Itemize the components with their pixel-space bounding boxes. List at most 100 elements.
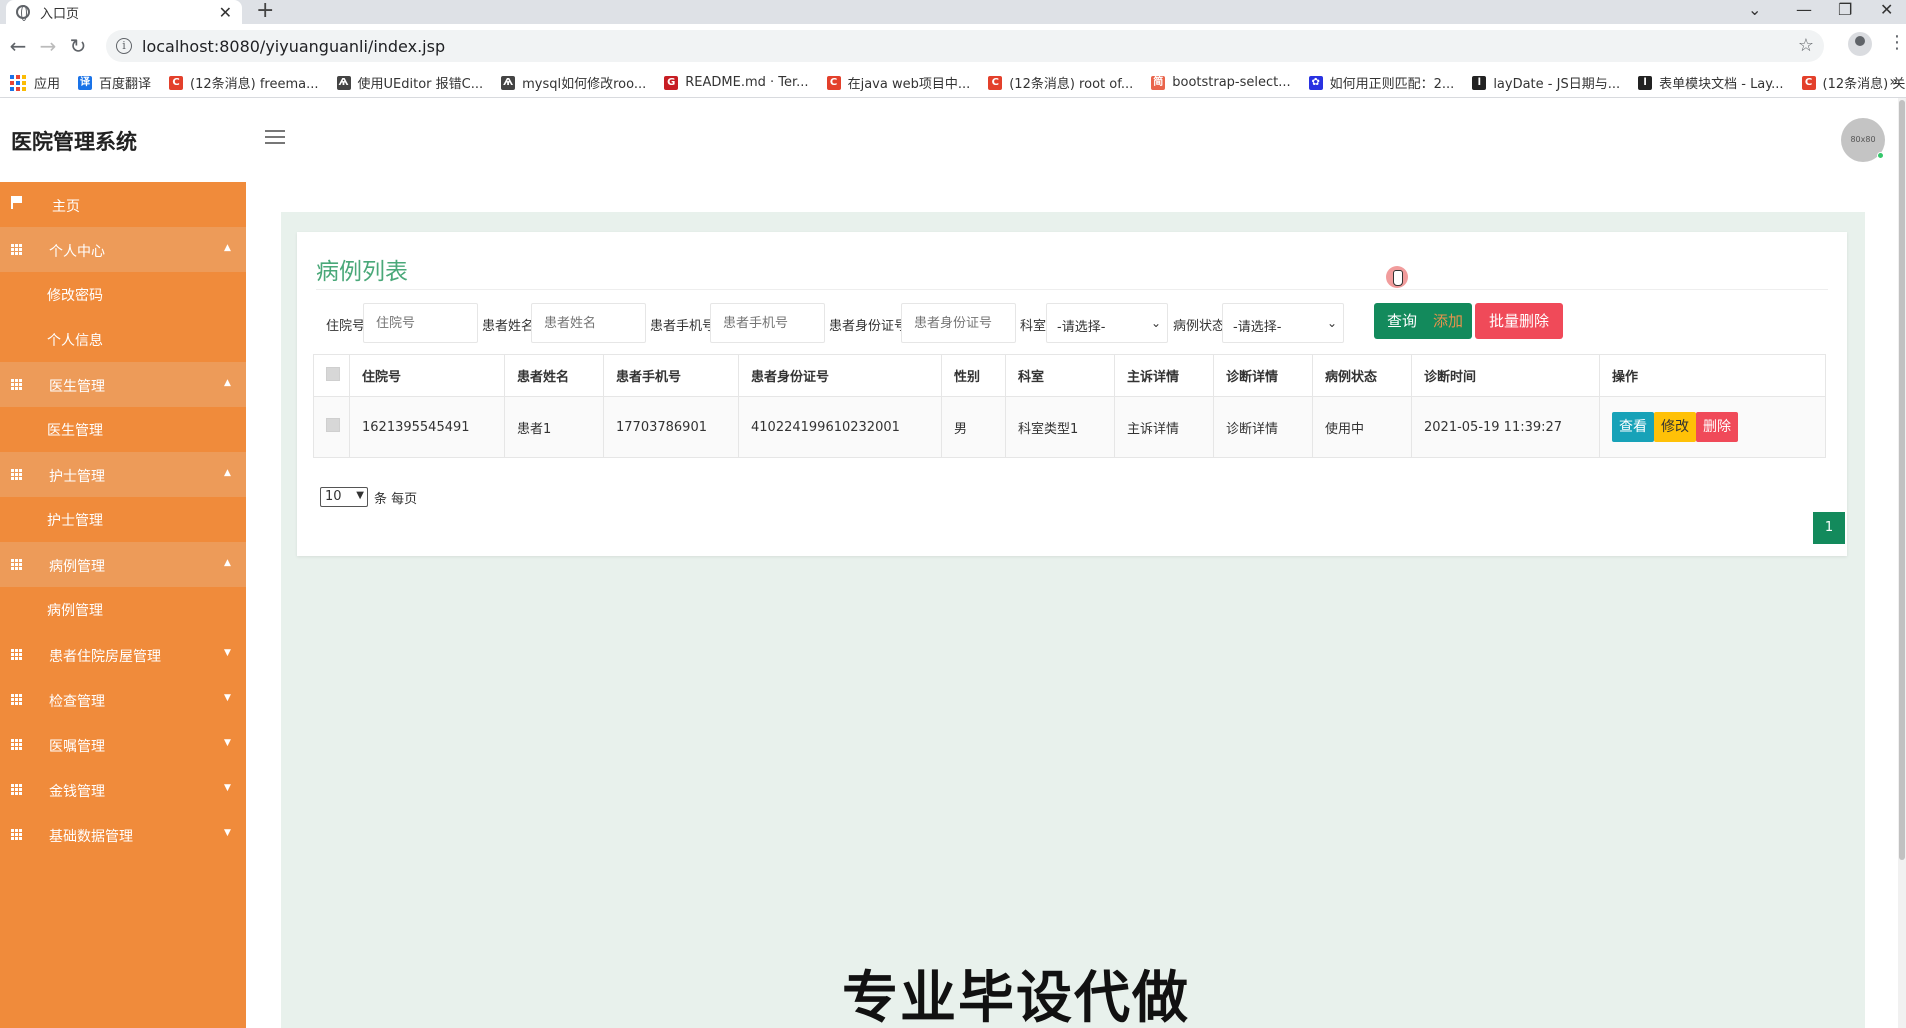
bookmark-label: mysql如何修改roo...: [522, 77, 647, 92]
page-size-select[interactable]: 10 ▼: [320, 487, 368, 507]
bookmark-label: 使用UEditor 报错C...: [357, 77, 484, 92]
sidebar-group[interactable]: 患者住院房屋管理 ▼: [0, 632, 246, 677]
site-info-icon[interactable]: i: [116, 38, 132, 54]
layui-icon: l: [1472, 75, 1487, 90]
column-header[interactable]: 科室: [1005, 354, 1115, 397]
scrollbar-thumb[interactable]: [1899, 100, 1905, 860]
forward-icon[interactable]: →: [36, 34, 60, 58]
csdn-icon: C: [988, 75, 1003, 90]
bookmark-item[interactable]: l 表单模块文档 - Lay...: [1638, 73, 1784, 92]
diagnosis-time-cell: 2021-05-19 11:39:27: [1411, 396, 1600, 458]
chevron-down-icon: ⌄: [1150, 316, 1161, 330]
column-header[interactable]: 主诉详情: [1114, 354, 1214, 397]
sidebar-subitem[interactable]: 修改密码: [0, 272, 246, 317]
avatar[interactable]: 80x80: [1841, 118, 1885, 162]
column-header: 操作: [1599, 354, 1826, 397]
sidebar-subitem[interactable]: 病例管理: [0, 587, 246, 632]
bookmark-item[interactable]: l layDate - JS日期与...: [1472, 73, 1620, 92]
sidebar-group[interactable]: 病例管理 ▲: [0, 542, 246, 587]
browser-tab[interactable]: 入口页 ✕: [6, 0, 242, 24]
reload-icon[interactable]: ↻: [66, 34, 90, 58]
sidebar-group[interactable]: 护士管理 ▲: [0, 452, 246, 497]
bookmark-star-icon[interactable]: ☆: [1798, 35, 1814, 56]
window-close-icon[interactable]: ✕: [1880, 0, 1893, 24]
bookmark-label: (12条消息) freema...: [190, 77, 319, 92]
sidebar-group-label: 医生管理: [49, 379, 105, 395]
sidebar-group[interactable]: 个人中心 ▲: [0, 227, 246, 272]
patient-idcard-input[interactable]: [901, 303, 1016, 343]
bookmark-item[interactable]: Ѧmysql如何修改roo...: [501, 73, 646, 92]
sidebar-subitem[interactable]: 个人信息: [0, 317, 246, 362]
sidebar-group-label: 金钱管理: [49, 784, 105, 800]
new-tab-button[interactable]: +: [256, 0, 274, 24]
bookmark-item[interactable]: 简 bootstrap-select...: [1151, 75, 1291, 90]
add-button[interactable]: 添加: [1424, 303, 1472, 339]
page-scrollbar[interactable]: [1898, 98, 1906, 1028]
case-status-select[interactable]: -请选择- ⌄: [1222, 303, 1344, 343]
patient-phone-input[interactable]: [710, 303, 825, 343]
column-header[interactable]: 性别: [941, 354, 1006, 397]
column-header[interactable]: 诊断详情: [1213, 354, 1313, 397]
column-header[interactable]: 诊断时间: [1411, 354, 1600, 397]
layui-icon: l: [1638, 75, 1653, 90]
case-status-cell: 使用中: [1312, 396, 1412, 458]
sidebar-subitem[interactable]: 医生管理: [0, 407, 246, 452]
column-header[interactable]: 住院号: [349, 354, 505, 397]
csdn-icon: C: [169, 75, 184, 90]
view-button[interactable]: 查看: [1612, 412, 1654, 442]
hamburger-menu-icon[interactable]: [265, 130, 285, 148]
sidebar-subitem[interactable]: 护士管理: [0, 497, 246, 542]
bookmark-item[interactable]: 应用: [10, 73, 60, 92]
delete-button[interactable]: 删除: [1696, 412, 1738, 442]
case-list-card: 病例列表 住院号 患者姓名 患者手机号 患者身份证号 科室 -请选择- ⌄ 病例…: [297, 232, 1847, 556]
browser-menu-icon[interactable]: ⋮: [1888, 34, 1906, 52]
sidebar-group[interactable]: 医嘱管理 ▼: [0, 722, 246, 767]
bookmark-item[interactable]: C 在java web项目中...: [826, 73, 970, 92]
bookmark-item[interactable]: ✿ 如何用正则匹配：2...: [1308, 73, 1454, 92]
table-header-row: 住院号 患者姓名 患者手机号 患者身份证号 性别 科室 主诉详情 诊断详情 病例…: [313, 354, 1826, 397]
column-header[interactable]: 患者身份证号: [738, 354, 942, 397]
back-icon[interactable]: ←: [6, 34, 30, 58]
main-content: 病例列表 住院号 患者姓名 患者手机号 患者身份证号 科室 -请选择- ⌄ 病例…: [246, 182, 1906, 1028]
batch-delete-button[interactable]: 批量删除: [1475, 303, 1563, 339]
column-header[interactable]: 患者姓名: [504, 354, 604, 397]
chevron-down-icon: ▼: [224, 738, 231, 748]
chevron-down-icon: ⌄: [1326, 316, 1337, 330]
bookmark-item[interactable]: C (12条消息) freema...: [169, 73, 319, 92]
patient-name-input[interactable]: [531, 303, 646, 343]
row-checkbox[interactable]: [326, 418, 340, 432]
column-header[interactable]: 患者手机号: [603, 354, 739, 397]
patient-name-cell: 患者1: [504, 396, 604, 458]
tab-close-icon[interactable]: ✕: [219, 3, 232, 22]
minimize-icon[interactable]: —: [1796, 0, 1812, 24]
sidebar-group[interactable]: 医生管理 ▲: [0, 362, 246, 407]
edit-button[interactable]: 修改: [1654, 412, 1696, 442]
gender-cell: 男: [941, 396, 1006, 458]
url-text: localhost:8080/yiyuanguanli/index.jsp: [142, 36, 446, 56]
avatar-placeholder-text: 80x80: [1850, 135, 1876, 144]
sidebar-group[interactable]: 金钱管理 ▼: [0, 767, 246, 812]
bookmark-item[interactable]: C (12条消息) root of...: [988, 73, 1133, 92]
sidebar-group-label: 医嘱管理: [49, 739, 105, 755]
sidebar-group[interactable]: 检查管理 ▼: [0, 677, 246, 722]
restore-icon[interactable]: ❐: [1838, 0, 1852, 24]
chevron-down-icon: ▼: [224, 693, 231, 703]
select-all-checkbox[interactable]: [326, 366, 340, 381]
sidebar-group[interactable]: 基础数据管理 ▼: [0, 812, 246, 857]
grid-icon: [11, 649, 22, 660]
sidebar-item-home[interactable]: 主页: [0, 182, 246, 227]
tab-search-icon[interactable]: ⌄: [1748, 0, 1761, 24]
bookmark-label: 百度翻译: [99, 77, 152, 92]
column-header[interactable]: 病例状态: [1312, 354, 1412, 397]
department-select[interactable]: -请选择- ⌄: [1046, 303, 1168, 343]
pagination-page-1[interactable]: 1: [1813, 512, 1845, 544]
address-bar[interactable]: i localhost:8080/yiyuanguanli/index.jsp …: [106, 30, 1824, 62]
bookmark-item[interactable]: Ѧ 使用UEditor 报错C...: [336, 73, 484, 92]
bookmarks-more-icon[interactable]: »: [1889, 74, 1898, 90]
admission-no-input[interactable]: [363, 303, 478, 343]
profile-icon[interactable]: [1848, 32, 1872, 56]
bookmark-item[interactable]: G README.md · Ter...: [664, 75, 809, 90]
query-button[interactable]: 查询: [1374, 303, 1430, 339]
hand-cursor-icon: [1386, 266, 1408, 288]
bookmark-item[interactable]: 译百度翻译: [78, 73, 151, 92]
